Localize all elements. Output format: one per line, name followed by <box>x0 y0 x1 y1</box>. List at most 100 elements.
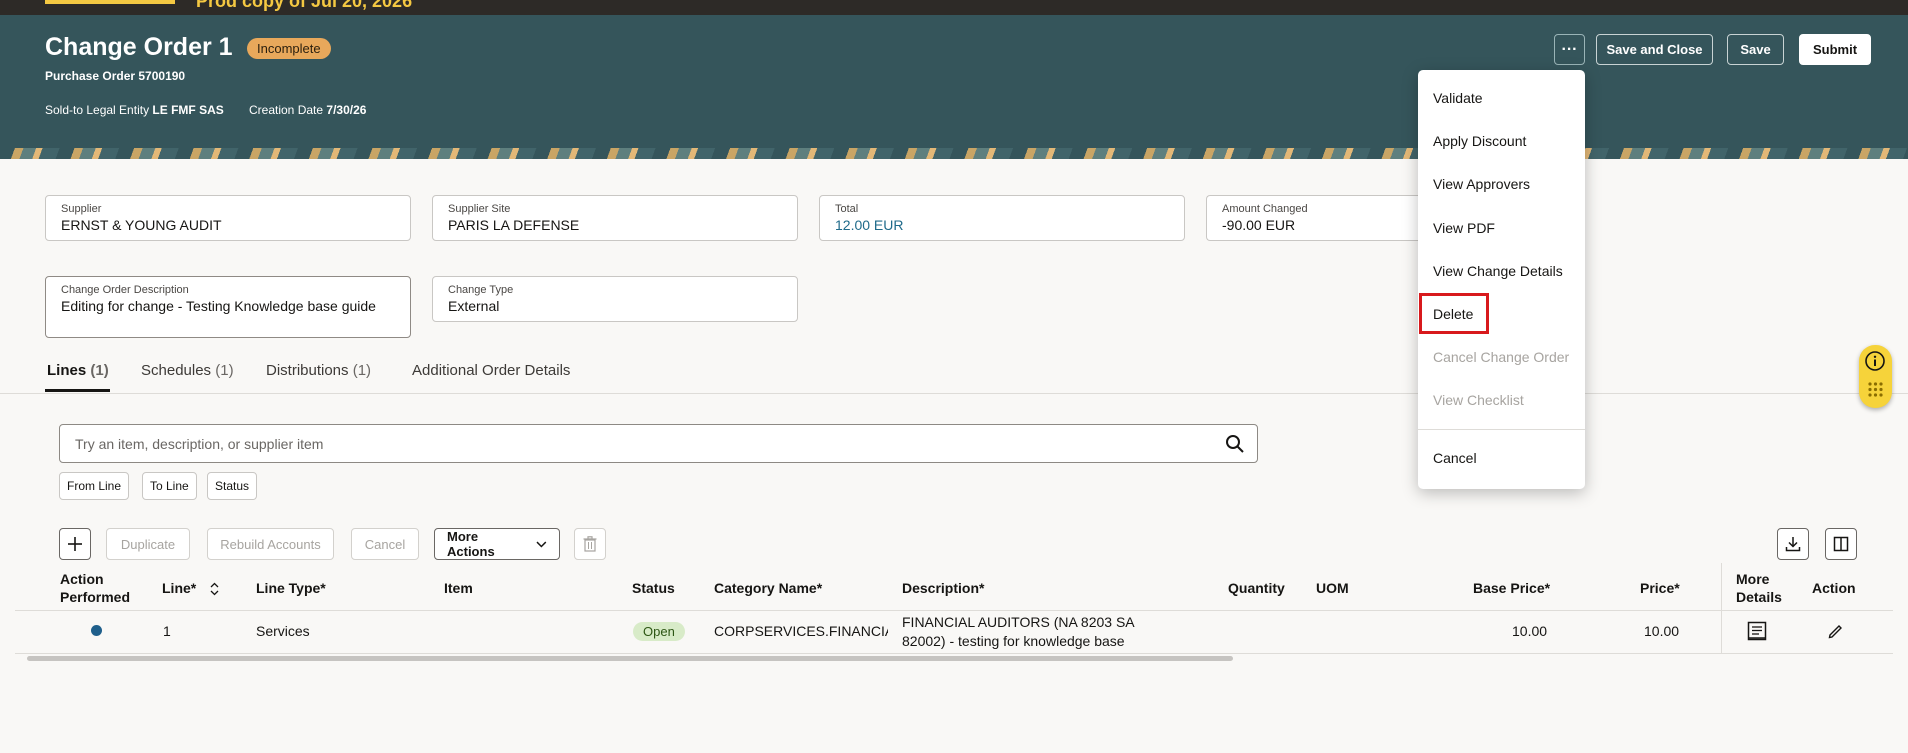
amount-changed-label: Amount Changed <box>1222 203 1308 215</box>
environment-banner: Prod copy of Jul 20, 2026 <box>0 0 1908 15</box>
supplier-site-field[interactable]: Supplier Site PARIS LA DEFENSE <box>432 195 798 241</box>
change-type-field[interactable]: Change Type External <box>432 276 798 322</box>
columns-button[interactable] <box>1825 528 1857 560</box>
more-actions-label: More Actions <box>447 529 495 559</box>
col-price: Price* <box>1640 580 1680 596</box>
chevron-down-icon <box>536 541 547 547</box>
menu-item-cancel-change-order: Cancel Change Order <box>1433 349 1570 365</box>
plus-icon <box>68 537 82 551</box>
tab-lines[interactable]: Lines (1) <box>47 362 109 379</box>
more-options-button[interactable]: ··· <box>1554 34 1585 65</box>
total-field: Total 12.00 EUR <box>819 195 1185 241</box>
tab-schedules[interactable]: Schedules (1) <box>141 362 234 379</box>
header-row-divider <box>15 610 1893 611</box>
change-type-label: Change Type <box>448 284 514 296</box>
search-icon[interactable] <box>1225 434 1245 454</box>
active-tab-indicator <box>45 389 110 392</box>
supplier-value: ERNST & YOUNG AUDIT <box>61 217 222 233</box>
save-button[interactable]: Save <box>1727 34 1784 65</box>
row-divider <box>15 653 1893 654</box>
supplier-label: Supplier <box>61 203 102 215</box>
save-and-close-button[interactable]: Save and Close <box>1596 34 1713 65</box>
amount-changed-value: -90.00 EUR <box>1222 217 1296 233</box>
col-action: Action <box>1812 580 1856 596</box>
cell-description-line2: 82002) - testing for knowledge base <box>902 633 1125 649</box>
export-button[interactable] <box>1777 528 1809 560</box>
col-line[interactable]: Line* <box>162 579 219 597</box>
info-icon <box>1865 351 1885 371</box>
col-description: Description* <box>902 580 985 596</box>
menu-item-apply-discount[interactable]: Apply Discount <box>1433 133 1526 149</box>
status-badge: Incomplete <box>247 38 331 59</box>
filter-from-line[interactable]: From Line <box>59 472 130 500</box>
delete-line-button[interactable] <box>574 528 606 560</box>
tab-schedules-count: (1) <box>215 362 234 379</box>
supplier-site-label: Supplier Site <box>448 203 511 215</box>
menu-item-view-change-details[interactable]: View Change Details <box>1433 263 1563 279</box>
col-line-type: Line Type* <box>256 580 326 596</box>
cell-base-price: 10.00 <box>1512 623 1548 639</box>
menu-item-view-pdf[interactable]: View PDF <box>1433 220 1495 236</box>
creation-date-label: Creation Date <box>249 103 324 117</box>
supplier-field[interactable]: Supplier ERNST & YOUNG AUDIT <box>45 195 411 241</box>
creation-date: Creation Date 7/30/26 <box>249 103 366 117</box>
sold-to-value: LE FMF SAS <box>152 103 224 117</box>
tab-schedules-label: Schedules <box>141 362 212 379</box>
duplicate-button[interactable]: Duplicate <box>106 528 190 560</box>
rebuild-accounts-button[interactable]: Rebuild Accounts <box>207 528 334 560</box>
search-placeholder: Try an item, description, or supplier it… <box>75 435 324 452</box>
description-value: Editing for change - Testing Knowledge b… <box>61 298 376 314</box>
cell-status-badge: Open <box>633 622 685 641</box>
add-line-button[interactable] <box>59 528 91 560</box>
columns-icon <box>1833 536 1849 552</box>
more-options-menu: Validate Apply Discount View Approvers V… <box>1418 70 1585 489</box>
tab-distributions[interactable]: Distributions (1) <box>266 362 371 379</box>
col-base-price: Base Price* <box>1473 580 1551 596</box>
download-icon <box>1785 537 1801 552</box>
supplier-site-value: PARIS LA DEFENSE <box>448 217 580 233</box>
banner-flag <box>45 0 175 4</box>
submit-button[interactable]: Submit <box>1799 34 1871 65</box>
col-more-details: More Details <box>1736 570 1786 606</box>
header-decoration <box>0 148 1908 159</box>
creation-date-value: 7/30/26 <box>326 103 367 117</box>
more-details-icon[interactable] <box>1747 621 1767 641</box>
cell-line: 1 <box>163 623 171 639</box>
menu-item-view-checklist: View Checklist <box>1433 392 1524 408</box>
col-quantity: Quantity <box>1228 580 1285 596</box>
tab-lines-count: (1) <box>90 362 109 379</box>
sort-icon[interactable] <box>210 582 219 596</box>
sold-to-legal-entity: Sold-to Legal Entity LE FMF SAS <box>45 103 224 117</box>
trash-icon <box>583 536 597 552</box>
cell-price: 10.00 <box>1644 623 1680 639</box>
edit-icon[interactable] <box>1828 624 1843 639</box>
banner-text: Prod copy of Jul 20, 2026 <box>196 0 413 11</box>
col-status: Status <box>632 580 675 596</box>
amount-changed-field: Amount Changed -90.00 EUR <box>1206 195 1418 241</box>
description-label: Change Order Description <box>61 284 189 296</box>
horizontal-scrollbar[interactable] <box>27 656 1233 661</box>
menu-divider <box>1418 429 1585 430</box>
purchase-order-subtitle: Purchase Order 5700190 <box>45 69 186 83</box>
help-widget[interactable] <box>1859 345 1892 408</box>
menu-item-validate[interactable]: Validate <box>1433 90 1483 106</box>
cancel-line-button[interactable]: Cancel <box>351 528 419 560</box>
tab-distributions-label: Distributions <box>266 362 349 379</box>
filter-to-line[interactable]: To Line <box>142 472 197 500</box>
menu-item-cancel[interactable]: Cancel <box>1433 450 1477 466</box>
cell-category: CORPSERVICES.FINANCIAI <box>714 623 888 639</box>
page-title: Change Order 1 <box>45 33 233 61</box>
menu-item-view-approvers[interactable]: View Approvers <box>1433 176 1530 192</box>
total-value-link[interactable]: 12.00 EUR <box>835 217 1169 233</box>
col-category-name: Category Name* <box>714 580 823 596</box>
more-actions-button[interactable]: More Actions <box>434 528 560 560</box>
lines-search-input[interactable]: Try an item, description, or supplier it… <box>59 424 1258 463</box>
total-label: Total <box>835 203 859 215</box>
cell-line-type: Services <box>256 623 310 639</box>
cell-description-line1: FINANCIAL AUDITORS (NA 8203 SA <box>902 614 1135 630</box>
filter-status[interactable]: Status <box>207 472 258 500</box>
change-order-description-field[interactable]: Change Order Description Editing for cha… <box>45 276 411 338</box>
action-performed-indicator <box>91 625 102 636</box>
grip-icon <box>1868 382 1883 397</box>
tab-additional-order-details[interactable]: Additional Order Details <box>412 362 570 379</box>
